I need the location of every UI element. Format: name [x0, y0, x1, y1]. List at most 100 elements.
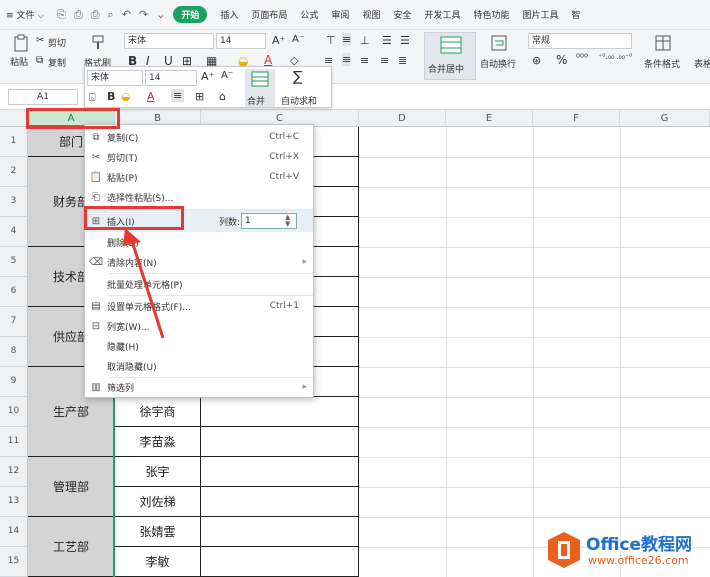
cell-c[interactable]	[201, 397, 359, 427]
conditional-format-icon[interactable]	[654, 34, 672, 52]
copy-icon[interactable]: ⧉	[36, 55, 43, 66]
cell-name[interactable]: 李敏	[115, 547, 201, 577]
align-top-icon[interactable]: ⊤	[326, 34, 336, 47]
paste-label[interactable]: 粘贴	[10, 55, 28, 68]
cell-department[interactable]: 工艺部	[28, 517, 115, 577]
sigma-icon[interactable]: ∑	[293, 69, 302, 85]
mini-size-select[interactable]: 14	[145, 70, 197, 86]
row-header-10[interactable]: 10	[0, 397, 28, 427]
copy-label[interactable]: 复制	[48, 56, 66, 69]
export-icon[interactable]: ⎙	[74, 8, 83, 22]
conditional-format-label[interactable]: 条件格式	[644, 57, 680, 70]
tab-insert[interactable]: 插入	[220, 8, 238, 21]
cell-c[interactable]	[201, 487, 359, 517]
tab-security[interactable]: 安全	[393, 8, 411, 21]
table-style-label[interactable]: 表格	[694, 57, 710, 70]
row-header-3[interactable]: 3	[0, 187, 28, 217]
tab-home[interactable]: 开始	[173, 6, 208, 23]
select-all-corner[interactable]	[0, 110, 28, 127]
shrink-font-icon[interactable]: A⁻	[221, 70, 233, 81]
font-size-select[interactable]: 14	[216, 33, 266, 49]
font-color-icon[interactable]: A	[147, 90, 155, 103]
cell-department[interactable]: 管理部	[28, 457, 115, 517]
wrap-text-icon[interactable]	[490, 34, 508, 52]
row-header-6[interactable]: 6	[0, 277, 28, 307]
menu-item-filter-column[interactable]: ▥ 筛选列 ▸	[85, 377, 313, 397]
align-center-icon[interactable]: ≡	[342, 53, 352, 66]
undo-icon[interactable]: ↶	[122, 8, 131, 21]
cell-c[interactable]	[201, 517, 359, 547]
bold-icon[interactable]: B	[107, 90, 115, 103]
cell-c[interactable]	[201, 547, 359, 577]
paste-icon[interactable]	[12, 34, 30, 52]
cell-c[interactable]	[201, 457, 359, 487]
cell-c[interactable]	[201, 427, 359, 457]
tab-picture-tools[interactable]: 图片工具	[523, 8, 559, 21]
increase-decimal-icon[interactable]: ⁺⁰.₀₀	[598, 52, 614, 61]
save-icon[interactable]: ⎘	[57, 8, 66, 22]
format-painter-icon[interactable]	[90, 34, 106, 50]
grow-font-icon[interactable]: A⁺	[272, 34, 285, 47]
row-header-8[interactable]: 8	[0, 337, 28, 367]
align-bottom-icon[interactable]: ⊥	[360, 34, 370, 47]
wrap-text-label[interactable]: 自动换行	[480, 57, 516, 70]
indent-icon[interactable]: ☰	[382, 34, 392, 47]
name-box[interactable]: A1	[8, 89, 78, 105]
row-header-7[interactable]: 7	[0, 307, 28, 337]
menu-item-paste-special[interactable]: ⎗ 选择性粘贴(S)...	[85, 187, 313, 207]
cell-name[interactable]: 徐宇商	[115, 397, 201, 427]
tab-review[interactable]: 审阅	[331, 8, 349, 21]
spin-arrows-icon[interactable]: ▲ ▼	[285, 214, 290, 228]
tab-view[interactable]: 视图	[362, 8, 380, 21]
tab-page-layout[interactable]: 页面布局	[251, 8, 287, 21]
column-header-e[interactable]: E	[446, 110, 533, 127]
shrink-font-icon[interactable]: A⁻	[292, 34, 304, 45]
align-right-icon[interactable]: ≡	[360, 54, 369, 67]
menu-item-unhide[interactable]: 取消隐藏(U)	[85, 356, 313, 376]
tab-formula[interactable]: 公式	[300, 8, 318, 21]
mini-merge-button[interactable]: 合并	[245, 69, 275, 107]
scissors-icon[interactable]: ✂	[36, 35, 44, 46]
align-middle-icon[interactable]: ≡	[342, 33, 352, 46]
grow-font-icon[interactable]: A⁺	[201, 70, 214, 83]
fill-color-icon[interactable]: ◒	[121, 90, 131, 103]
row-header-5[interactable]: 5	[0, 247, 28, 277]
cell-name[interactable]: 刘佐梯	[115, 487, 201, 517]
row-header-4[interactable]: 4	[0, 217, 28, 247]
percent-icon[interactable]: %	[556, 53, 567, 67]
cell-name[interactable]: 李苗淼	[115, 427, 201, 457]
row-header-12[interactable]: 12	[0, 457, 28, 487]
menu-item-paste[interactable]: 📋 粘贴(P) Ctrl+V	[85, 167, 313, 187]
column-header-d[interactable]: D	[359, 110, 446, 127]
justify-icon[interactable]: ≡	[380, 54, 389, 67]
align-center-icon[interactable]: ≡	[171, 89, 185, 102]
font-name-select[interactable]: 宋体	[124, 33, 214, 49]
outdent-icon[interactable]: ☰	[400, 34, 410, 47]
currency-icon[interactable]: ⊛	[532, 54, 541, 67]
row-header-11[interactable]: 11	[0, 427, 28, 457]
column-header-f[interactable]: F	[533, 110, 620, 127]
redo-icon[interactable]: ↷	[139, 8, 148, 21]
print-icon[interactable]: ⎙	[91, 8, 100, 22]
tab-smart[interactable]: 智	[572, 8, 581, 21]
row-header-15[interactable]: 15	[0, 547, 28, 577]
border-icon[interactable]: ⊞	[195, 90, 204, 103]
column-header-g[interactable]: G	[620, 110, 710, 127]
row-header-1[interactable]: 1	[0, 127, 28, 157]
customize-icon[interactable]: ⌄	[156, 8, 165, 21]
cut-label[interactable]: 剪切	[48, 36, 66, 49]
row-header-9[interactable]: 9	[0, 367, 28, 397]
distribute-icon[interactable]: ≣	[398, 54, 407, 67]
tab-developer[interactable]: 开发工具	[424, 8, 460, 21]
mini-font-select[interactable]: 宋体	[87, 70, 143, 86]
tab-special[interactable]: 特色功能	[473, 8, 509, 21]
thousands-icon[interactable]: ⁰⁰⁰	[576, 53, 588, 64]
autosum-label[interactable]: 自动求和	[281, 94, 317, 107]
row-header-2[interactable]: 2	[0, 157, 28, 187]
preview-icon[interactable]: ⌕	[108, 8, 114, 22]
fill-bucket-icon[interactable]: ⌂	[219, 90, 226, 103]
font-color-icon[interactable]: A	[264, 53, 272, 67]
file-menu[interactable]: ≡ 文件 ⌵	[6, 8, 44, 21]
number-format-select[interactable]: 常规	[528, 33, 632, 49]
format-painter-icon[interactable]: ⌺	[89, 91, 96, 105]
